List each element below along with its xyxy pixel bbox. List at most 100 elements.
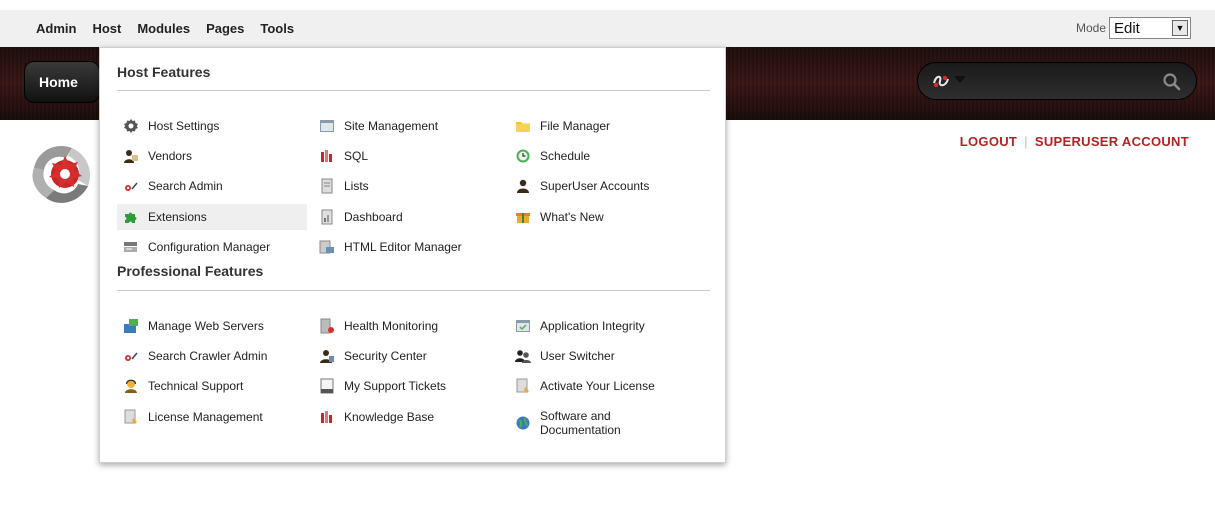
vendor-icon	[121, 146, 141, 166]
html-editor-icon	[317, 237, 337, 257]
menu-item-label: Extensions	[148, 210, 207, 224]
search-provider-icon[interactable]	[930, 71, 952, 91]
menu-item-label: SuperUser Accounts	[540, 179, 650, 193]
activate-license-icon	[513, 376, 533, 396]
menu-item-label: SQL	[344, 149, 369, 163]
ticket-icon	[317, 376, 337, 396]
search-admin-icon	[121, 176, 141, 196]
schedule-icon	[513, 146, 533, 166]
menu-item-label: Lists	[344, 179, 369, 193]
menu-item-manage-web-servers[interactable]: Manage Web Servers	[117, 313, 307, 339]
menu-item-label: User Switcher	[540, 349, 615, 363]
web-server-icon	[121, 316, 141, 336]
menu-host[interactable]: Host	[92, 21, 121, 36]
menu-item-search-admin[interactable]: Search Admin	[117, 173, 307, 199]
menu-tools[interactable]: Tools	[260, 21, 294, 36]
gear-icon	[121, 116, 141, 136]
menu-item-label: What's New	[540, 210, 604, 224]
menu-item-application-integrity[interactable]: Application Integrity	[509, 313, 709, 339]
menu-item-technical-support[interactable]: Technical Support	[117, 373, 307, 399]
menu-item-activate-your-license[interactable]: Activate Your License	[509, 373, 709, 399]
divider	[117, 290, 710, 291]
site-icon	[317, 116, 337, 136]
sql-icon	[317, 146, 337, 166]
menu-item-label: My Support Tickets	[344, 379, 447, 393]
knowledge-base-icon	[317, 407, 337, 427]
menu-item-my-support-tickets[interactable]: My Support Tickets	[313, 373, 503, 399]
menu-item-site-management[interactable]: Site Management	[313, 113, 503, 139]
menu-item-health-monitoring[interactable]: Health Monitoring	[313, 313, 503, 339]
menu-item-whats-new[interactable]: What's New	[509, 204, 709, 230]
menu-item-superuser-accounts[interactable]: SuperUser Accounts	[509, 173, 709, 199]
menu-item-label: Search Crawler Admin	[148, 349, 268, 363]
menu-item-label: Technical Support	[148, 379, 244, 393]
crawler-icon	[121, 346, 141, 366]
globe-icon	[513, 413, 533, 433]
menu-item-search-crawler-admin[interactable]: Search Crawler Admin	[117, 343, 307, 369]
site-logo	[32, 146, 91, 203]
support-icon	[121, 376, 141, 396]
menu-item-license-management[interactable]: License Management	[117, 404, 307, 430]
user-icon	[513, 176, 533, 196]
menu-admin[interactable]: Admin	[36, 21, 76, 36]
menu-item-label: File Manager	[540, 119, 611, 133]
control-bar: Admin Host Modules Pages Tools Mode Edit…	[0, 10, 1215, 47]
page: Admin Host Modules Pages Tools Mode Edit…	[0, 0, 1215, 519]
menu-item-label: Health Monitoring	[344, 319, 439, 333]
user-links-separator: |	[1024, 134, 1028, 149]
host-features-title: Host Features	[117, 64, 211, 80]
menu-modules[interactable]: Modules	[137, 21, 190, 36]
divider	[117, 90, 710, 91]
integrity-icon	[513, 316, 533, 336]
license-icon	[121, 407, 141, 427]
menu-item-label: Manage Web Servers	[148, 319, 264, 333]
search-icon[interactable]	[1162, 72, 1182, 92]
menu-item-host-settings[interactable]: Host Settings	[117, 113, 307, 139]
menu-item-label: Knowledge Base	[344, 410, 435, 424]
menu-item-sql[interactable]: SQL	[313, 143, 503, 169]
menu-pages[interactable]: Pages	[206, 21, 244, 36]
health-monitor-icon	[317, 316, 337, 336]
list-icon	[317, 176, 337, 196]
menu-item-dashboard[interactable]: Dashboard	[313, 204, 503, 230]
mode-select[interactable]: Edit ▼	[1109, 17, 1191, 39]
folder-icon	[513, 116, 533, 136]
menu-item-label: Vendors	[148, 149, 193, 163]
user-links: LOGOUT | SUPERUSER ACCOUNT	[960, 134, 1189, 149]
menu-item-knowledge-base[interactable]: Knowledge Base	[313, 404, 503, 430]
dashboard-icon	[317, 207, 337, 227]
user-switch-icon	[513, 346, 533, 366]
menu-item-label: License Management	[148, 410, 263, 424]
menu-item-label: Security Center	[344, 349, 427, 363]
professional-features-title: Professional Features	[117, 263, 264, 279]
chevron-down-icon[interactable]: ▼	[1172, 20, 1188, 36]
superuser-account-link[interactable]: SUPERUSER ACCOUNT	[1035, 134, 1189, 149]
menu-item-software-and-documentation[interactable]: Software and Documentation	[509, 407, 709, 439]
home-button[interactable]: Home	[24, 61, 100, 103]
mode-value: Edit	[1114, 19, 1140, 37]
chevron-down-icon[interactable]	[954, 76, 966, 83]
menu-item-security-center[interactable]: Security Center	[313, 343, 503, 369]
menu-item-file-manager[interactable]: File Manager	[509, 113, 709, 139]
menu-item-label: Site Management	[344, 119, 439, 133]
menu-item-lists[interactable]: Lists	[313, 173, 503, 199]
config-icon	[121, 237, 141, 257]
menu-item-html-editor-manager[interactable]: HTML Editor Manager	[313, 234, 503, 260]
menu-item-configuration-manager[interactable]: Configuration Manager	[117, 234, 307, 260]
menu-item-label: Dashboard	[344, 210, 403, 224]
menu-item-vendors[interactable]: Vendors	[117, 143, 307, 169]
menu-item-label: Search Admin	[148, 179, 223, 193]
menu-item-schedule[interactable]: Schedule	[509, 143, 709, 169]
menu-item-label: Host Settings	[148, 119, 220, 133]
host-mega-menu: Host Features Host Settings Vendors Sear…	[99, 47, 726, 463]
security-icon	[317, 346, 337, 366]
menu-item-label: Software and Documentation	[540, 409, 621, 437]
menu-item-user-switcher[interactable]: User Switcher	[509, 343, 709, 369]
search-box[interactable]	[917, 62, 1197, 100]
menu-item-extensions[interactable]: Extensions	[117, 204, 307, 230]
mode-selector: Mode Edit ▼	[1076, 17, 1191, 39]
logout-link[interactable]: LOGOUT	[960, 134, 1017, 149]
mode-label: Mode	[1075, 21, 1106, 35]
menu-item-label: HTML Editor Manager	[344, 240, 462, 254]
menu-item-label: Configuration Manager	[148, 240, 271, 254]
